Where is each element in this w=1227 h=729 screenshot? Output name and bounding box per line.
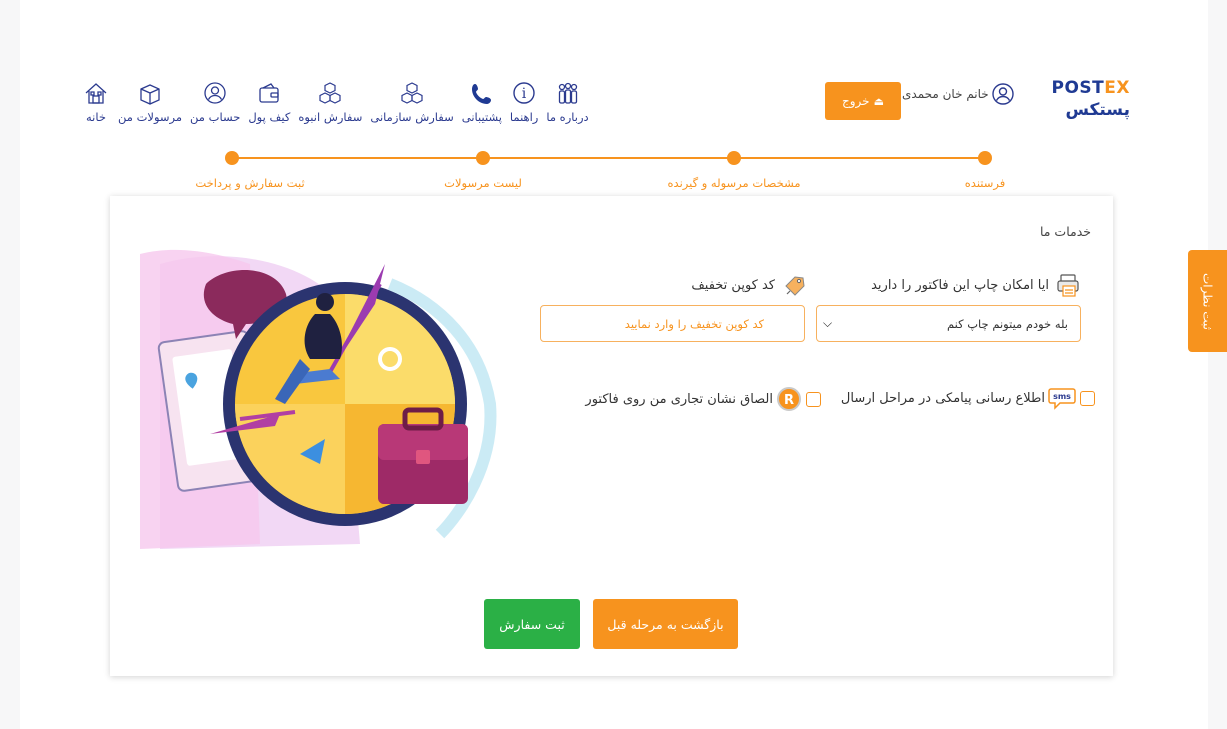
print-invoice-value: بله خودم میتونم چاپ کنم (946, 316, 1068, 331)
logo-text-b: EX (1104, 78, 1130, 98)
step-dot (225, 151, 239, 165)
brand-logo[interactable]: POSTEX پستکس (1050, 78, 1131, 120)
sms-notify-checkbox[interactable] (1080, 390, 1095, 406)
coupon-tag-icon (785, 276, 805, 296)
nav-label: حساب من (190, 110, 241, 124)
nav-item-org-order[interactable]: سفارش سازمانی (370, 80, 454, 124)
page: POSTEX پستکس خانم خان محمدی ⏏ خروج دربار… (20, 0, 1208, 729)
sms-notify-text: اطلاع رسانی پیامکی در مراحل ارسال (840, 390, 1045, 406)
nav-label: سفارش انبوه (298, 110, 363, 124)
registered-mark-icon: R (777, 387, 801, 411)
submit-order-button[interactable]: ثبت سفارش (484, 599, 580, 649)
coupon-text: کد کوپن تخفیف (691, 277, 775, 293)
step-label-sender[interactable]: فرستنده (965, 176, 1005, 190)
phone-icon (471, 84, 491, 104)
step-dot (978, 151, 992, 165)
sms-icon: sms (1048, 388, 1076, 410)
home-icon (85, 83, 107, 104)
services-card: خدمات ما ایا امکان چاپ این فاکتور را دار… (110, 196, 1113, 676)
stepper-line (232, 157, 984, 159)
wallet-icon (259, 83, 279, 103)
logo-text-fa: پستکس (1065, 100, 1130, 120)
order-stepper: فرستنده مشخصات مرسوله و گیرنده لیست مرسو… (195, 150, 1005, 200)
about-icon (558, 82, 577, 104)
logout-label: خروج (842, 94, 870, 108)
chevron-down-icon: ⌵ (823, 316, 833, 330)
step-label-parcel-details[interactable]: مشخصات مرسوله و گیرنده (668, 176, 801, 190)
registered-mark-text: R (784, 393, 794, 408)
step-dot (476, 151, 490, 165)
brand-logo-option[interactable]: R الصاق نشان تجاری من روی فاکتور (585, 386, 821, 412)
user-name: خانم خان محمدی (902, 87, 989, 101)
print-invoice-select[interactable]: بله خودم میتونم چاپ کنم ⌵ (816, 305, 1081, 342)
user-circle-icon (992, 83, 1014, 105)
nav-item-account[interactable]: حساب من (190, 80, 240, 124)
svg-text:i: i (522, 86, 527, 102)
back-button[interactable]: بازگشت به مرحله قبل (593, 599, 738, 649)
nav-item-bulk-order[interactable]: سفارش انبوه (298, 80, 362, 124)
nav-label: خانه (86, 110, 106, 124)
logout-icon: ⏏ (873, 94, 884, 108)
nav-label: سفارش سازمانی (370, 110, 454, 124)
coupon-placeholder: کد کوپن تخفیف را وارد نمایید (624, 316, 764, 331)
brand-logo-checkbox[interactable] (806, 391, 821, 407)
user-icon (204, 82, 226, 104)
feedback-tab[interactable]: ثبت نظرات (1188, 250, 1227, 352)
print-invoice-text: ایا امکان چاپ این فاکتور را دارید (871, 277, 1049, 293)
step-label-parcel-list[interactable]: لیست مرسولات (444, 176, 522, 190)
nav-label: مرسولات من (118, 110, 183, 124)
coupon-label: کد کوپن تخفیف (691, 272, 807, 298)
sms-icon-text: sms (1053, 392, 1071, 401)
nav-item-wallet[interactable]: کیف پول (248, 80, 290, 124)
nav-item-support[interactable]: پشتیبانی (462, 80, 502, 124)
feedback-label: ثبت نظرات (1200, 272, 1215, 330)
nav-item-about[interactable]: درباره ما (546, 80, 589, 124)
logout-button[interactable]: ⏏ خروج (825, 82, 901, 120)
nav-label: کیف پول (248, 110, 291, 124)
step-label-checkout[interactable]: ثبت سفارش و پرداخت (195, 176, 304, 190)
print-invoice-label: ایا امکان چاپ این فاکتور را دارید (871, 272, 1081, 298)
nav-item-help[interactable]: i راهنما (510, 80, 538, 124)
nav-label: راهنما (509, 110, 539, 124)
boxes-stack-icon (319, 82, 341, 104)
nav-item-my-parcels[interactable]: مرسولات من (118, 80, 182, 124)
info-icon: i (513, 82, 535, 104)
package-icon (140, 84, 160, 105)
boxes-icon (401, 82, 423, 104)
printer-icon (1057, 274, 1079, 297)
nav-label: درباره ما (546, 110, 589, 124)
user-menu[interactable]: خانم خان محمدی (902, 82, 1015, 106)
delivery-illustration (140, 249, 497, 550)
services-title: خدمات ما (1039, 224, 1091, 239)
step-dot (727, 151, 741, 165)
main-nav: درباره ما i راهنما پشتیبانی سفارش سازمان… (78, 80, 593, 124)
nav-item-home[interactable]: خانه (82, 80, 110, 124)
logo-text-a: POST (1051, 78, 1105, 98)
coupon-input[interactable]: کد کوپن تخفیف را وارد نمایید (540, 305, 805, 342)
sms-notify-option[interactable]: sms اطلاع رسانی پیامکی در مراحل ارسال (841, 386, 1095, 410)
brand-logo-text: الصاق نشان تجاری من روی فاکتور (585, 391, 773, 407)
nav-label: پشتیبانی (461, 110, 502, 124)
